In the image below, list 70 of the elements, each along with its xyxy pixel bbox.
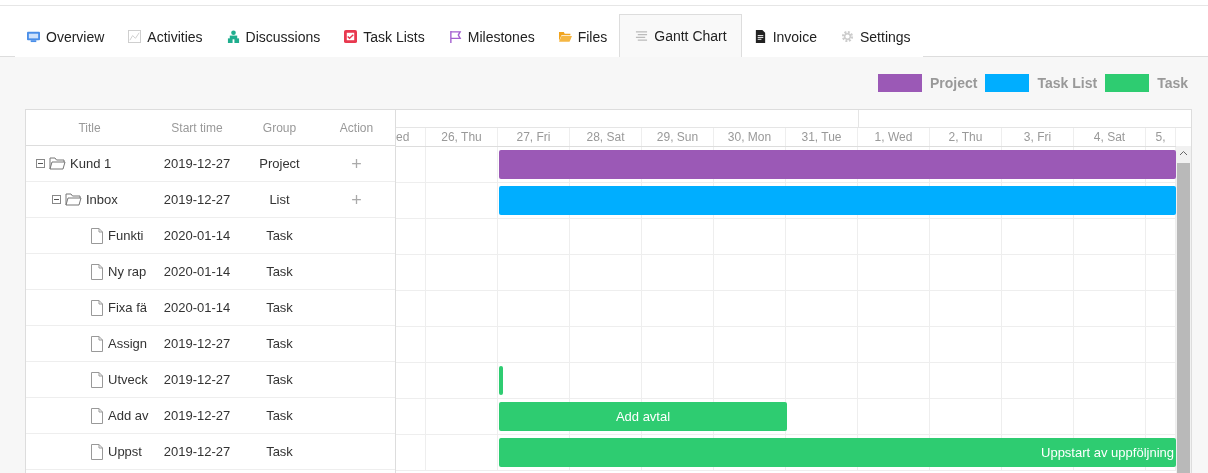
row-title: Inbox: [86, 192, 118, 207]
collapse-icon[interactable]: [52, 195, 61, 204]
start-time: 2020-01-14: [162, 264, 232, 279]
collapse-icon[interactable]: [36, 159, 45, 168]
day-header: 31, Tue: [786, 128, 858, 146]
start-time: 2019-12-27: [162, 192, 232, 207]
folder-icon: [65, 193, 82, 206]
group-cell-text: Project: [258, 156, 301, 171]
day-header: 30, Mon: [714, 128, 786, 146]
folder-icon: [558, 30, 572, 43]
flag-icon: [448, 30, 462, 43]
day-header: 3, Fri: [1002, 128, 1074, 146]
row-title: Kund 1: [70, 156, 112, 171]
start-time: 2019-12-27: [162, 372, 232, 387]
column-header: Group: [261, 120, 298, 135]
group-cell-text: Task: [265, 444, 294, 459]
group-cell-text: List: [268, 192, 291, 207]
monitor-icon: [27, 30, 40, 43]
legend-label: Project: [930, 75, 978, 91]
group-cell-text: Task: [265, 264, 294, 279]
group-cell-text: Task: [265, 408, 294, 423]
start-time: 2019-12-27: [162, 444, 232, 459]
document-icon: [90, 335, 104, 352]
group-cell-text: Task: [265, 336, 294, 351]
checkbox-icon: [344, 30, 358, 43]
document-icon: [90, 263, 104, 280]
document-icon: [90, 299, 104, 316]
start-time: 2019-12-27: [162, 336, 232, 351]
day-header: 5,: [1146, 128, 1176, 146]
column-header: Action: [338, 120, 375, 135]
row-title: Funkti: [108, 228, 144, 243]
document-icon: [90, 227, 104, 244]
group-cell-text: Task: [265, 372, 294, 387]
start-time: 2020-01-14: [162, 228, 232, 243]
document-icon: [753, 30, 767, 43]
list-lines-icon: [635, 29, 649, 43]
document-icon: [90, 407, 104, 424]
day-header: 29, Sun: [642, 128, 714, 146]
settings-icon: [841, 30, 854, 43]
group-cell-text: Task: [265, 300, 294, 315]
column-header: Title: [77, 120, 102, 135]
start-time: 2019-12-27: [162, 156, 232, 171]
day-header: 2, Thu: [930, 128, 1002, 146]
folder-icon: [49, 157, 66, 170]
day-header: 28, Sat: [570, 128, 642, 146]
legend-label: Task List: [1037, 75, 1098, 91]
day-header: ed: [396, 128, 426, 146]
day-header: 1, Wed: [858, 128, 930, 146]
row-title: Fixa fä: [108, 300, 147, 315]
row-title: Uppst: [108, 444, 142, 459]
day-header: 26, Thu: [426, 128, 498, 146]
row-title: Assign: [108, 336, 148, 351]
group-cell-text: Task: [265, 228, 294, 243]
people-icon: [226, 30, 240, 43]
day-header: 27, Fri: [498, 128, 570, 146]
legend-label: Task: [1157, 75, 1188, 91]
row-title: Ny rap: [108, 264, 147, 279]
gantt-bar[interactable]: [499, 186, 1176, 215]
column-header: Start time: [170, 120, 224, 135]
tab[interactable]: Gantt Chart: [619, 14, 742, 57]
row-title: Add av: [108, 408, 149, 423]
start-time: 2020-01-14: [162, 300, 232, 315]
chart-icon: [128, 30, 142, 43]
document-icon: [90, 371, 104, 388]
row-title: Utveck: [108, 372, 148, 387]
document-icon: [90, 443, 104, 460]
scrollbar[interactable]: [1176, 146, 1191, 473]
start-time: 2019-12-27: [162, 408, 232, 423]
gantt-bar[interactable]: [499, 366, 503, 395]
day-header: 4, Sat: [1074, 128, 1146, 146]
